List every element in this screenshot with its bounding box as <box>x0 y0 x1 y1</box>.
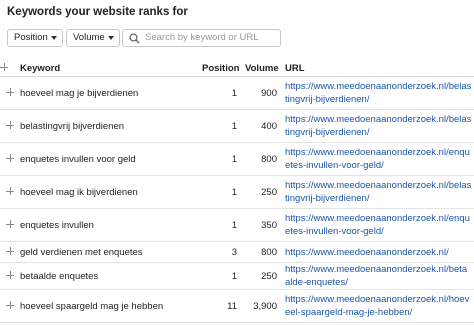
volume-filter-dropdown[interactable]: Volume <box>66 29 120 47</box>
table-row: enquetes invullen voor geld 1 800 https://w… <box>0 142 474 176</box>
keyword-cell: enquetes invullen <box>20 208 202 242</box>
url-link[interactable]: https://www.meedoenaanonderzoek.nl/beta <box>285 263 474 276</box>
volume-cell: 800 <box>245 241 285 263</box>
position-cell: 1 <box>202 142 245 176</box>
keyword-search-input[interactable]: Search by keyword or URL <box>122 29 281 47</box>
position-cell: 1 <box>202 262 245 290</box>
url-cell: https://www.meedoenaanonderzoek.nl/belas… <box>285 175 474 209</box>
table-row: hoeveel mag ik bijverdienen 1 250 https://w… <box>0 175 474 209</box>
position-cell: 3 <box>202 241 245 263</box>
url-cell: https://www.meedoenaanonderzoek.nl/beta a… <box>285 262 474 290</box>
volume-cell: 3,900 <box>245 289 285 323</box>
expand-row-button[interactable] <box>0 241 20 263</box>
keyword-cell: hoeveel mag ik bijverdienen <box>20 175 202 209</box>
expand-row-button[interactable] <box>0 76 20 110</box>
url-link[interactable]: https://www.meedoenaanonderzoek.nl/enqu <box>285 212 474 225</box>
plus-icon <box>6 88 14 96</box>
keywords-panel: Keywords your website ranks for Position… <box>0 0 474 333</box>
url-link[interactable]: eel-spaargeld-mag-je-hebben/ <box>285 306 474 319</box>
expand-row-button[interactable] <box>0 289 20 323</box>
position-cell: 1 <box>202 109 245 143</box>
table-row: belastingvrij bijverdienen 1 400 https://ww… <box>0 109 474 143</box>
url-link[interactable]: etes-invullen-voor-geld/ <box>285 225 474 238</box>
keyword-cell: betaalde enquetes <box>20 262 202 290</box>
plus-icon <box>6 271 14 279</box>
url-cell: https://www.meedoenaanonderzoek.nl/enqu e… <box>285 208 474 242</box>
table-row: hoeveel mag je bijverdienen 1 900 https://w… <box>0 76 474 110</box>
volume-filter-label: Volume <box>73 32 105 43</box>
keyword-cell: geld verdienen met enquetes <box>20 241 202 263</box>
volume-cell: 900 <box>245 76 285 110</box>
url-link[interactable]: https://www.meedoenaanonderzoek.nl/belas <box>285 179 474 192</box>
header-expand-all[interactable] <box>0 60 20 77</box>
url-link[interactable]: tingvrij-bijverdienen/ <box>285 126 474 139</box>
plus-icon <box>0 63 8 71</box>
expand-row-button[interactable] <box>0 175 20 209</box>
plus-icon <box>6 154 14 162</box>
header-keyword[interactable]: Keyword <box>20 60 202 77</box>
header-position[interactable]: Position <box>202 60 245 77</box>
url-cell: https://www.meedoenaanonderzoek.nl/belas… <box>285 109 474 143</box>
plus-icon <box>6 187 14 195</box>
table-row: enquetes invullen 1 350 https://www.meedoen… <box>0 208 474 242</box>
volume-cell: 250 <box>245 262 285 290</box>
url-link[interactable]: https://www.meedoenaanonderzoek.nl/belas <box>285 113 474 126</box>
expand-row-button[interactable] <box>0 142 20 176</box>
volume-cell: 250 <box>245 175 285 209</box>
header-volume[interactable]: Volume <box>245 60 285 77</box>
table-header-row: Keyword Position Volume URL <box>0 60 474 77</box>
url-cell: https://www.meedoenaanonderzoek.nl/ <box>285 241 474 263</box>
url-link[interactable]: alde-enquetes/ <box>285 276 474 289</box>
url-link[interactable]: https://www.meedoenaanonderzoek.nl/ <box>285 246 474 259</box>
expand-row-button[interactable] <box>0 208 20 242</box>
plus-icon <box>6 220 14 228</box>
url-link[interactable]: tingvrij-bijverdienen/ <box>285 192 474 205</box>
keywords-table: Keyword Position Volume URL hoeveel mag … <box>0 60 474 323</box>
panel-title: Keywords your website ranks for <box>7 6 188 18</box>
plus-icon <box>6 247 14 255</box>
search-placeholder: Search by keyword or URL <box>145 32 259 43</box>
position-cell: 1 <box>202 76 245 110</box>
keyword-cell: hoeveel mag je bijverdienen <box>20 76 202 110</box>
url-link[interactable]: https://www.meedoenaanonderzoek.nl/hoev <box>285 293 474 306</box>
chevron-down-icon <box>108 36 114 40</box>
expand-row-button[interactable] <box>0 262 20 290</box>
volume-cell: 350 <box>245 208 285 242</box>
url-link[interactable]: etes-invullen-voor-geld/ <box>285 159 474 172</box>
keyword-cell: enquetes invullen voor geld <box>20 142 202 176</box>
url-link[interactable]: https://www.meedoenaanonderzoek.nl/enqu <box>285 146 474 159</box>
table-row: betaalde enquetes 1 250 https://www.meedoen… <box>0 262 474 290</box>
volume-cell: 400 <box>245 109 285 143</box>
plus-icon <box>6 121 14 129</box>
table-row: hoeveel spaargeld mag je hebben 11 3,900 ht… <box>0 289 474 323</box>
volume-cell: 800 <box>245 142 285 176</box>
position-filter-label: Position <box>14 32 48 43</box>
expand-row-button[interactable] <box>0 109 20 143</box>
header-url[interactable]: URL <box>285 60 474 77</box>
url-link[interactable]: tingvrij-bijverdienen/ <box>285 93 474 106</box>
table-row: geld verdienen met enquetes 3 800 https://w… <box>0 241 474 263</box>
plus-icon <box>6 301 14 309</box>
position-cell: 1 <box>202 208 245 242</box>
position-cell: 1 <box>202 175 245 209</box>
url-link[interactable]: https://www.meedoenaanonderzoek.nl/belas <box>285 80 474 93</box>
url-cell: https://www.meedoenaanonderzoek.nl/enqu e… <box>285 142 474 176</box>
keyword-cell: hoeveel spaargeld mag je hebben <box>20 289 202 323</box>
chevron-down-icon <box>51 36 57 40</box>
position-filter-dropdown[interactable]: Position <box>7 29 63 47</box>
search-icon <box>129 33 140 44</box>
position-cell: 11 <box>202 289 245 323</box>
keyword-cell: belastingvrij bijverdienen <box>20 109 202 143</box>
url-cell: https://www.meedoenaanonderzoek.nl/belas… <box>285 76 474 110</box>
url-cell: https://www.meedoenaanonderzoek.nl/hoev e… <box>285 289 474 323</box>
